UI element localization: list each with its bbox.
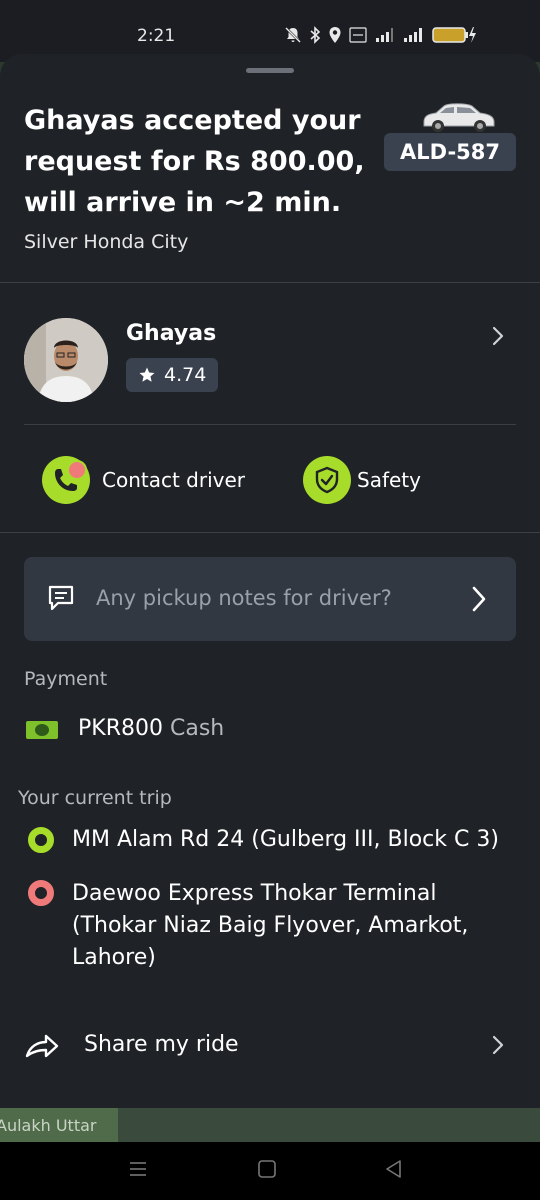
mute-bell-icon — [285, 27, 301, 43]
chevron-right-icon — [472, 586, 486, 612]
chevron-right-icon — [492, 1035, 504, 1055]
share-my-ride-button[interactable]: Share my ride — [24, 1026, 516, 1068]
menu-nav-icon[interactable] — [127, 1158, 149, 1180]
payment-amount-value: PKR800 — [78, 716, 163, 741]
cash-icon — [26, 721, 58, 739]
pickup-address: MM Alam Rd 24 (Gulberg III, Block C 3) — [72, 827, 499, 852]
payment-method: Cash — [169, 716, 225, 741]
divider — [0, 532, 540, 533]
signal-icon — [376, 28, 393, 42]
volte-icon — [349, 27, 367, 43]
pickup-notes-placeholder: Any pickup notes for driver? — [96, 586, 392, 610]
status-icons — [284, 26, 478, 44]
ride-status-headline: Ghayas accepted your request for Rs 800.… — [24, 105, 365, 218]
driver-avatar[interactable] — [24, 318, 108, 402]
share-arrow-icon — [25, 1034, 59, 1058]
back-nav-icon[interactable] — [383, 1158, 405, 1180]
divider — [24, 424, 516, 425]
driver-name[interactable]: Ghayas — [126, 321, 216, 346]
divider — [0, 282, 540, 283]
payment-section-label: Payment — [24, 668, 108, 690]
location-icon — [329, 27, 341, 43]
chevron-right-icon[interactable] — [490, 325, 506, 347]
pickup-notes-button[interactable]: Any pickup notes for driver? — [24, 557, 516, 641]
star-icon — [139, 367, 155, 382]
license-plate-badge: ALD-587 — [384, 133, 516, 171]
dropoff-address: Daewoo Express Thokar Terminal (Thokar N… — [72, 881, 469, 970]
pickup-dot-icon — [28, 827, 54, 853]
rating-value: 4.74 — [164, 364, 207, 386]
status-bar: 2:21 — [0, 0, 540, 62]
driver-photo — [24, 318, 108, 402]
bluetooth-icon — [310, 26, 321, 44]
car-icon — [423, 103, 495, 132]
battery-icon — [432, 27, 476, 43]
home-nav-icon[interactable] — [256, 1158, 278, 1180]
driver-rating-badge: 4.74 — [126, 358, 219, 392]
dropoff-dot-icon — [28, 880, 54, 906]
shield-icon — [303, 456, 351, 504]
contact-driver-label: Contact driver — [102, 468, 246, 492]
safety-button[interactable]: Safety — [303, 456, 421, 504]
trip-section-label: Your current trip — [18, 787, 172, 809]
sheet-drag-handle[interactable] — [246, 68, 294, 73]
phone-icon — [42, 456, 90, 504]
contact-driver-button[interactable]: Contact driver — [42, 456, 245, 504]
system-nav-bar — [0, 1142, 540, 1200]
map-place-label: Aulakh Uttar — [0, 1116, 97, 1135]
status-time: 2:21 — [137, 26, 176, 46]
safety-label: Safety — [357, 468, 421, 492]
message-icon — [48, 585, 74, 611]
signal-4g-icon — [404, 28, 422, 42]
vehicle-description: Silver Honda City — [24, 231, 189, 253]
share-my-ride-label: Share my ride — [84, 1032, 239, 1057]
payment-amount: PKR800 Cash — [78, 716, 224, 741]
